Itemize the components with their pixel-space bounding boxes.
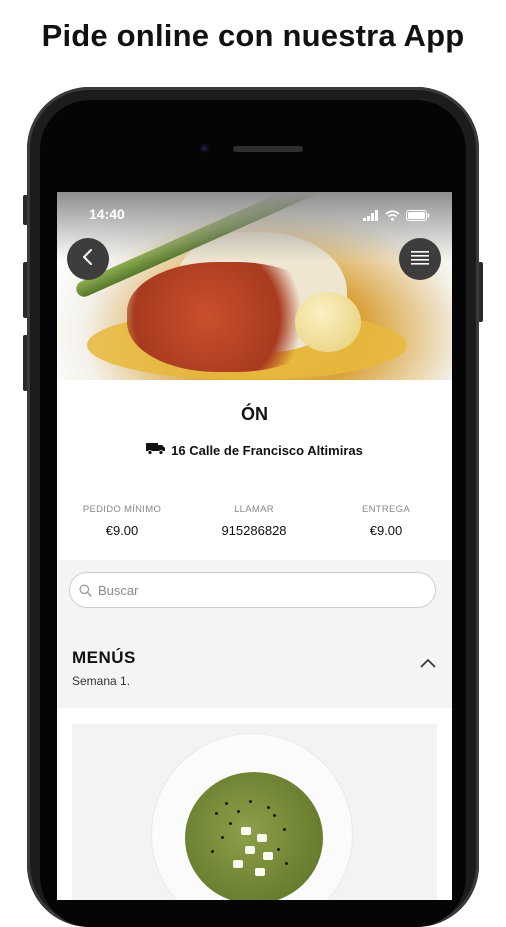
menu-button[interactable] (399, 238, 441, 280)
pepper-dot (225, 802, 228, 805)
egg-piece (255, 868, 265, 876)
earpiece-speaker (233, 146, 303, 152)
status-icons (363, 208, 430, 224)
pepper-dot (267, 806, 270, 809)
search-placeholder: Buscar (98, 582, 139, 598)
pepper-dot (277, 848, 280, 851)
restaurant-address: 16 Calle de Francisco Altimiras (57, 442, 452, 458)
signal-icon (363, 208, 379, 224)
address-text: 16 Calle de Francisco Altimiras (171, 442, 363, 458)
pepper-dot (229, 822, 232, 825)
restaurant-info: ÓN 16 Calle de Francisco Altimiras PEDID… (57, 380, 452, 560)
wifi-icon (385, 208, 400, 224)
pepper-dot (221, 836, 224, 839)
menu-section-title: MENÚS (72, 648, 136, 667)
pepper-dot (249, 800, 252, 803)
status-time: 14:40 (89, 206, 125, 222)
pepper-dot (237, 810, 240, 813)
search-input[interactable]: Buscar (69, 572, 436, 608)
list-icon (410, 249, 430, 270)
soup-bowl (185, 772, 323, 900)
chevron-left-icon (81, 248, 95, 271)
menu-item-card[interactable] (57, 708, 452, 900)
egg-piece (233, 860, 243, 868)
stat-call[interactable]: LLAMAR 915286828 (189, 504, 319, 538)
egg-piece (257, 834, 267, 842)
collapse-toggle[interactable] (420, 655, 436, 673)
menu-section-subtitle: Semana 1. (72, 674, 131, 688)
hero-top-shade (57, 192, 452, 262)
phone-number-link[interactable]: 915286828 (189, 523, 319, 538)
search-icon (79, 583, 92, 597)
stat-value: €9.00 (105, 523, 139, 538)
pepper-dot (211, 850, 214, 853)
stat-value: €9.00 (369, 523, 403, 538)
pepper-dot (215, 812, 218, 815)
pepper-dot (273, 814, 276, 817)
egg-piece (245, 846, 255, 854)
restaurant-name: ÓN (241, 404, 268, 424)
restaurant-hero-image: 14:40 (57, 192, 452, 380)
front-camera (200, 144, 209, 153)
egg-piece (263, 852, 273, 860)
truck-icon (146, 442, 166, 458)
stat-minimum-order: PEDIDO MÍNIMO €9.00 (57, 504, 187, 538)
battery-icon (406, 208, 430, 224)
status-bar: 14:40 (89, 206, 430, 222)
menu-section: Buscar MENÚS Semana 1. (57, 560, 452, 708)
promo-headline: Pide online con nuestra App (41, 18, 465, 53)
chevron-up-icon (420, 655, 436, 672)
stat-label: ENTREGA (361, 504, 411, 515)
egg-piece (241, 827, 251, 835)
app-screen: 14:40 ÓN 16 Calle de Francisco Altimiras… (57, 192, 452, 900)
pepper-dot (283, 828, 286, 831)
stat-delivery: ENTREGA €9.00 (321, 504, 451, 538)
pepper-dot (285, 862, 288, 865)
hero-food-potato (295, 292, 361, 352)
menu-item-image (72, 724, 437, 900)
stat-label: PEDIDO MÍNIMO (82, 504, 162, 515)
back-button[interactable] (67, 238, 109, 280)
stat-label: LLAMAR (234, 504, 274, 515)
